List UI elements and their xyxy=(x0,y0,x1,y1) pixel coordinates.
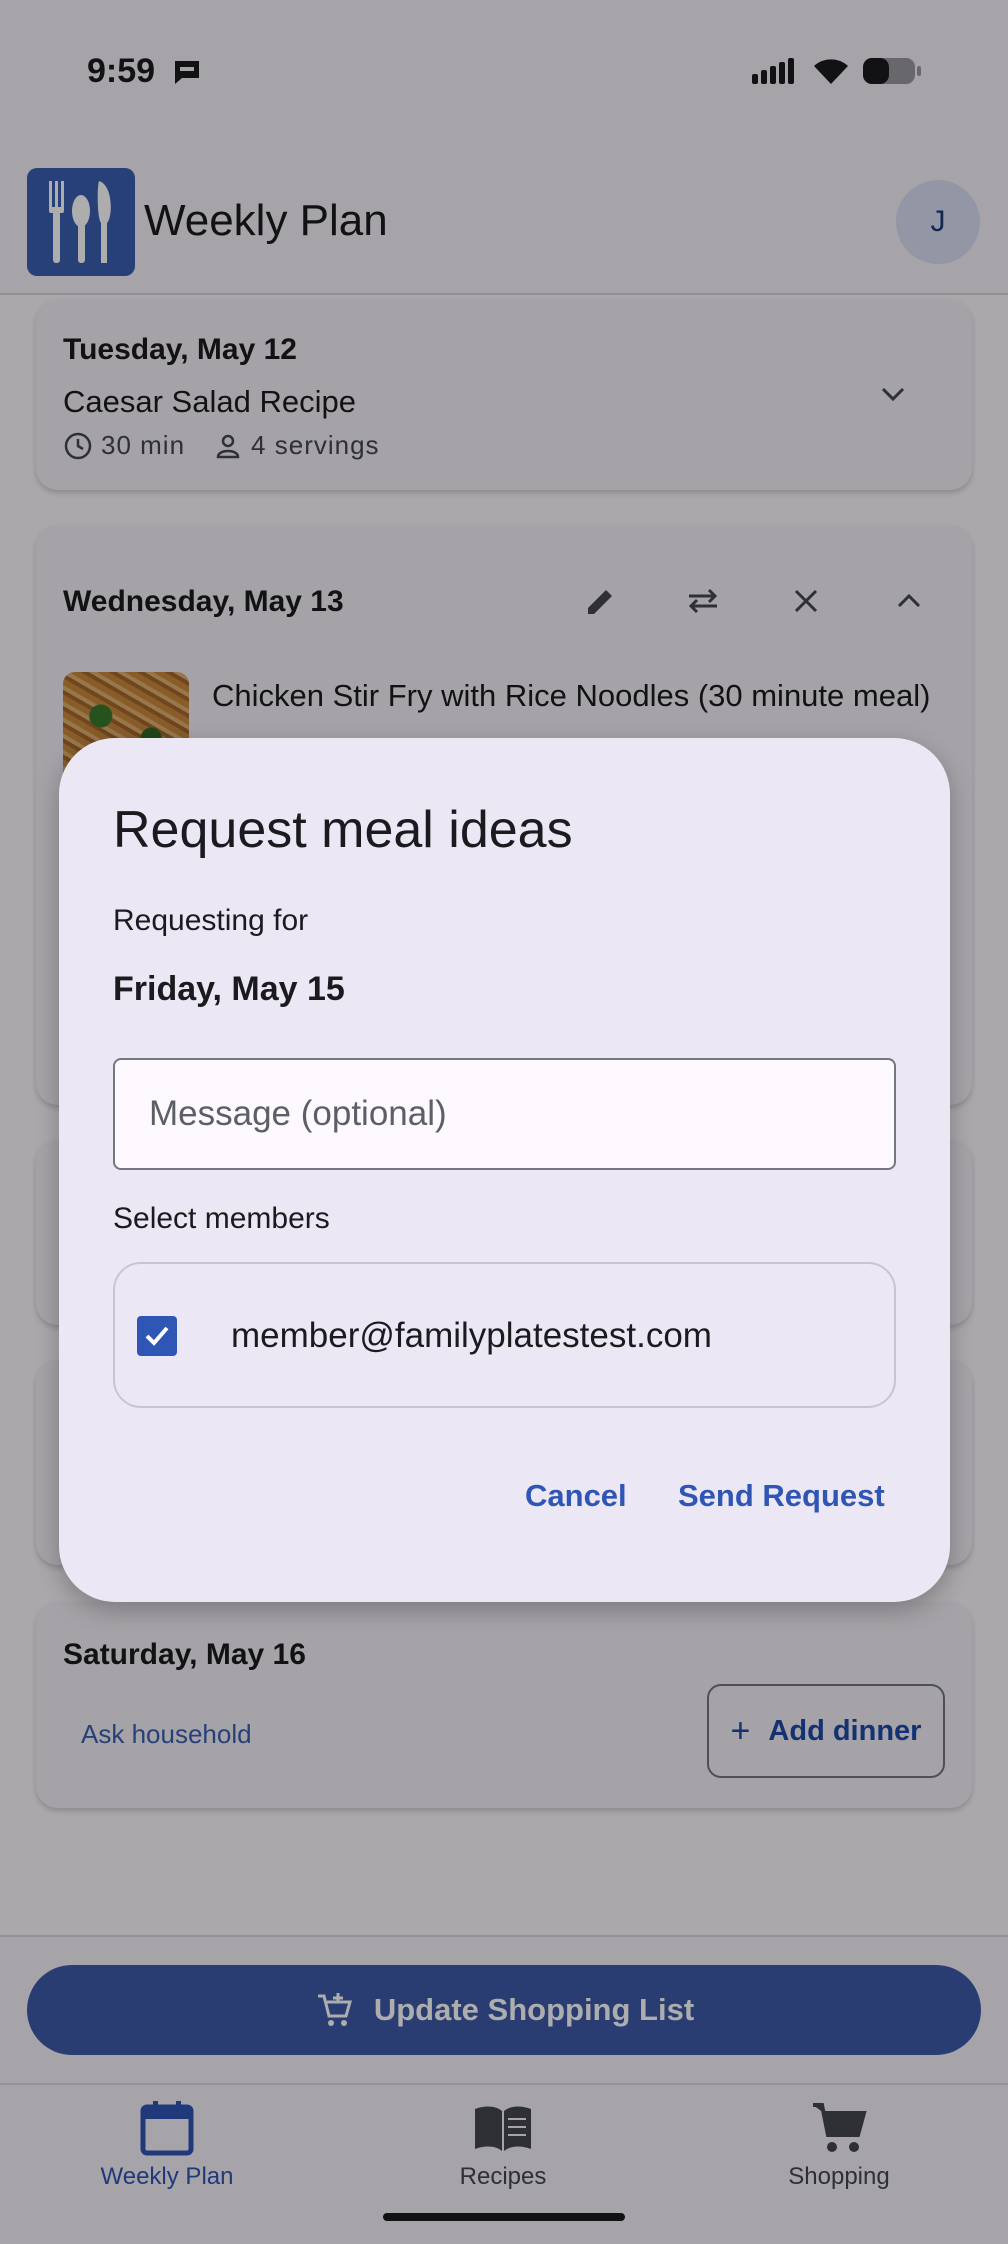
message-input[interactable] xyxy=(113,1058,896,1170)
send-request-button[interactable]: Send Request xyxy=(678,1478,885,1514)
member-checkbox[interactable] xyxy=(137,1316,177,1356)
request-meal-ideas-dialog: Request meal ideas Requesting for Friday… xyxy=(59,738,950,1602)
dialog-title: Request meal ideas xyxy=(113,801,573,859)
cancel-button[interactable]: Cancel xyxy=(525,1478,627,1514)
member-email[interactable]: member@familyplatestest.com xyxy=(231,1316,712,1356)
requesting-for-date: Friday, May 15 xyxy=(113,970,345,1008)
check-icon xyxy=(145,1326,169,1346)
member-list: member@familyplatestest.com xyxy=(113,1262,896,1408)
select-members-label: Select members xyxy=(113,1202,330,1235)
requesting-for-label: Requesting for xyxy=(113,904,309,937)
